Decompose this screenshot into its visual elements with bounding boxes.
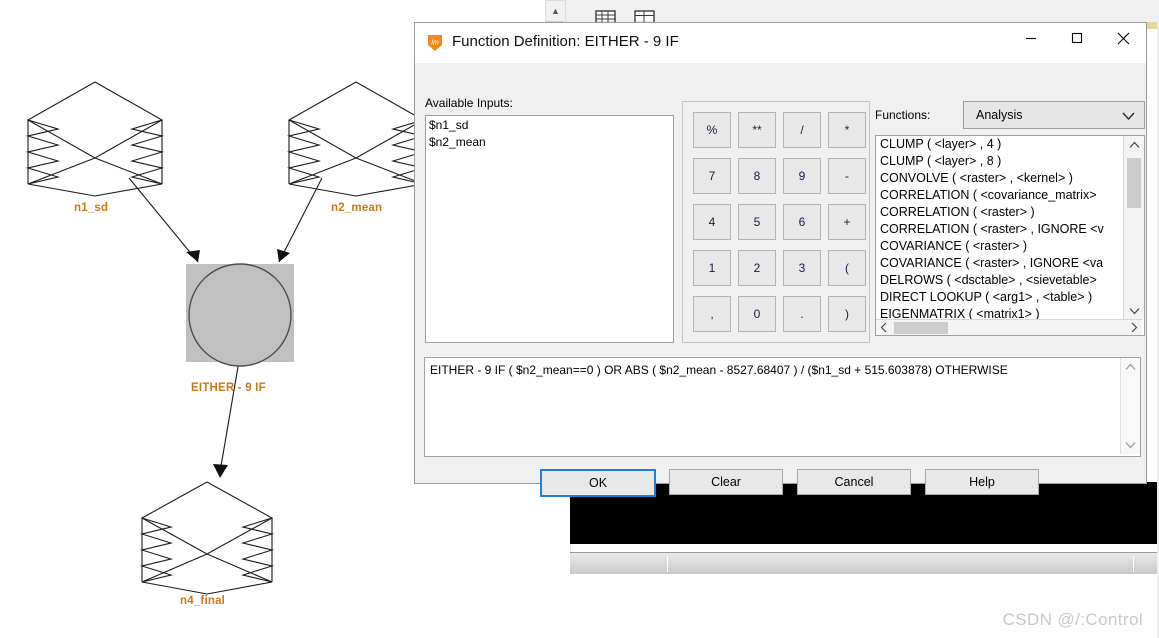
functions-label: Functions: [875, 108, 931, 122]
node-either-9-if-circle[interactable] [182, 260, 300, 370]
scrollbar-thumb[interactable] [894, 322, 948, 334]
key-9[interactable]: 9 [783, 158, 821, 194]
key-percent[interactable]: % [693, 112, 731, 148]
key-3[interactable]: 3 [783, 250, 821, 286]
list-item[interactable]: $n1_sd [426, 116, 673, 133]
key-4[interactable]: 4 [693, 204, 731, 240]
chevron-up-icon: ▲ [551, 6, 560, 16]
dialog-title-bar[interactable]: Im Function Definition: EITHER - 9 IF [415, 23, 1146, 63]
list-item[interactable]: $n2_mean [426, 133, 673, 150]
functions-category-select[interactable]: Analysis [963, 101, 1145, 129]
node-label-n2-mean: n2_mean [331, 202, 383, 214]
maximize-icon [1071, 32, 1083, 44]
list-item[interactable]: CONVOLVE ( <raster> , <kernel> ) [876, 170, 1123, 187]
scroll-down-arrow-icon[interactable] [1121, 436, 1140, 454]
key-multiply[interactable]: * [828, 112, 866, 148]
list-item[interactable]: DELROWS ( <dsctable> , <sievetable> [876, 272, 1123, 289]
status-separator [667, 556, 668, 572]
clear-button[interactable]: Clear [669, 469, 783, 495]
function-definition-dialog[interactable]: Im Function Definition: EITHER - 9 IF Av… [414, 22, 1147, 497]
ok-button[interactable]: OK [540, 469, 656, 497]
list-item[interactable]: CORRELATION ( <raster> , IGNORE <v [876, 221, 1123, 238]
list-item[interactable]: DIRECT LOOKUP ( <arg1> , <table> ) [876, 289, 1123, 306]
background-status-bar [570, 552, 1159, 576]
cancel-button[interactable]: Cancel [797, 469, 911, 495]
maximize-button[interactable] [1054, 23, 1100, 53]
node-label-n4-final: n4_final [180, 595, 226, 607]
chevron-down-icon [1122, 109, 1135, 127]
functions-category-value: Analysis [976, 108, 1023, 122]
scroll-left-arrow-icon[interactable] [876, 320, 892, 335]
svg-text:Im: Im [431, 40, 439, 47]
operator-keypad[interactable]: % ** / * 7 8 9 - 4 5 6 + 1 2 3 ( , 0 . ) [682, 101, 870, 343]
minimize-icon [1026, 37, 1036, 40]
key-period[interactable]: . [783, 296, 821, 332]
key-paren-close[interactable]: ) [828, 296, 866, 332]
key-5[interactable]: 5 [738, 204, 776, 240]
key-power[interactable]: ** [738, 112, 776, 148]
key-6[interactable]: 6 [783, 204, 821, 240]
close-button[interactable] [1100, 23, 1146, 53]
scrollbar-thumb[interactable] [1127, 158, 1141, 208]
dialog-body: Available Inputs: $n1_sd $n2_mean % ** /… [415, 63, 1146, 497]
key-comma[interactable]: , [693, 296, 731, 332]
key-7[interactable]: 7 [693, 158, 731, 194]
screen-root: ▲ n1_sd n2_mean EITHER - 9 IF n4_final I… [0, 0, 1159, 638]
key-divide[interactable]: / [783, 112, 821, 148]
node-label-n1-sd: n1_sd [74, 202, 109, 214]
scroll-up-arrow-icon[interactable] [1124, 136, 1144, 154]
list-item[interactable]: CORRELATION ( <raster> ) [876, 204, 1123, 221]
key-1[interactable]: 1 [693, 250, 731, 286]
available-inputs-list[interactable]: $n1_sd $n2_mean [425, 115, 674, 343]
list-item[interactable]: EIGENMATRIX ( <matrix1> ) [876, 306, 1123, 320]
functions-list[interactable]: CLUMP ( <layer> , 4 ) CLUMP ( <layer> , … [876, 136, 1123, 320]
minimize-button[interactable] [1008, 23, 1054, 53]
formula-text[interactable]: EITHER - 9 IF ( $n2_mean==0 ) OR ABS ( $… [430, 363, 1110, 378]
list-item[interactable]: COVARIANCE ( <raster> ) [876, 238, 1123, 255]
key-8[interactable]: 8 [738, 158, 776, 194]
key-minus[interactable]: - [828, 158, 866, 194]
watermark: CSDN @/:Control [1002, 610, 1143, 629]
key-paren-open[interactable]: ( [828, 250, 866, 286]
key-2[interactable]: 2 [738, 250, 776, 286]
close-icon [1117, 32, 1129, 44]
dialog-title: Function Definition: EITHER - 9 IF [452, 33, 679, 50]
key-0[interactable]: 0 [738, 296, 776, 332]
scroll-right-arrow-icon[interactable] [1126, 320, 1142, 335]
list-item[interactable]: CORRELATION ( <covariance_matrix> [876, 187, 1123, 204]
functions-list-horizontal-scrollbar[interactable] [876, 319, 1142, 335]
list-item[interactable]: CLUMP ( <layer> , 8 ) [876, 153, 1123, 170]
node-n1-sd-glyph [25, 81, 165, 197]
list-item[interactable]: CLUMP ( <layer> , 4 ) [876, 136, 1123, 153]
status-separator [1133, 556, 1134, 572]
key-plus[interactable]: + [828, 204, 866, 240]
node-label-either-9-if: EITHER - 9 IF [191, 382, 266, 394]
node-n4-final-glyph [139, 481, 275, 595]
list-item[interactable]: COVARIANCE ( <raster> , IGNORE <va [876, 255, 1123, 272]
functions-list-container[interactable]: CLUMP ( <layer> , 4 ) CLUMP ( <layer> , … [875, 135, 1145, 336]
available-inputs-label: Available Inputs: [425, 96, 513, 110]
formula-editor[interactable]: EITHER - 9 IF ( $n2_mean==0 ) OR ABS ( $… [424, 357, 1141, 457]
scroll-up-arrow-icon[interactable] [1121, 358, 1140, 376]
imagine-app-icon: Im [426, 34, 444, 52]
help-button[interactable]: Help [925, 469, 1039, 495]
node-n2-mean-glyph [286, 81, 426, 197]
background-toolbar: ▲ [540, 0, 1159, 25]
scroll-up-button[interactable]: ▲ [545, 0, 566, 23]
scroll-down-arrow-icon[interactable] [1124, 302, 1144, 320]
formula-vertical-scrollbar[interactable] [1120, 358, 1140, 454]
functions-list-vertical-scrollbar[interactable] [1123, 136, 1144, 320]
